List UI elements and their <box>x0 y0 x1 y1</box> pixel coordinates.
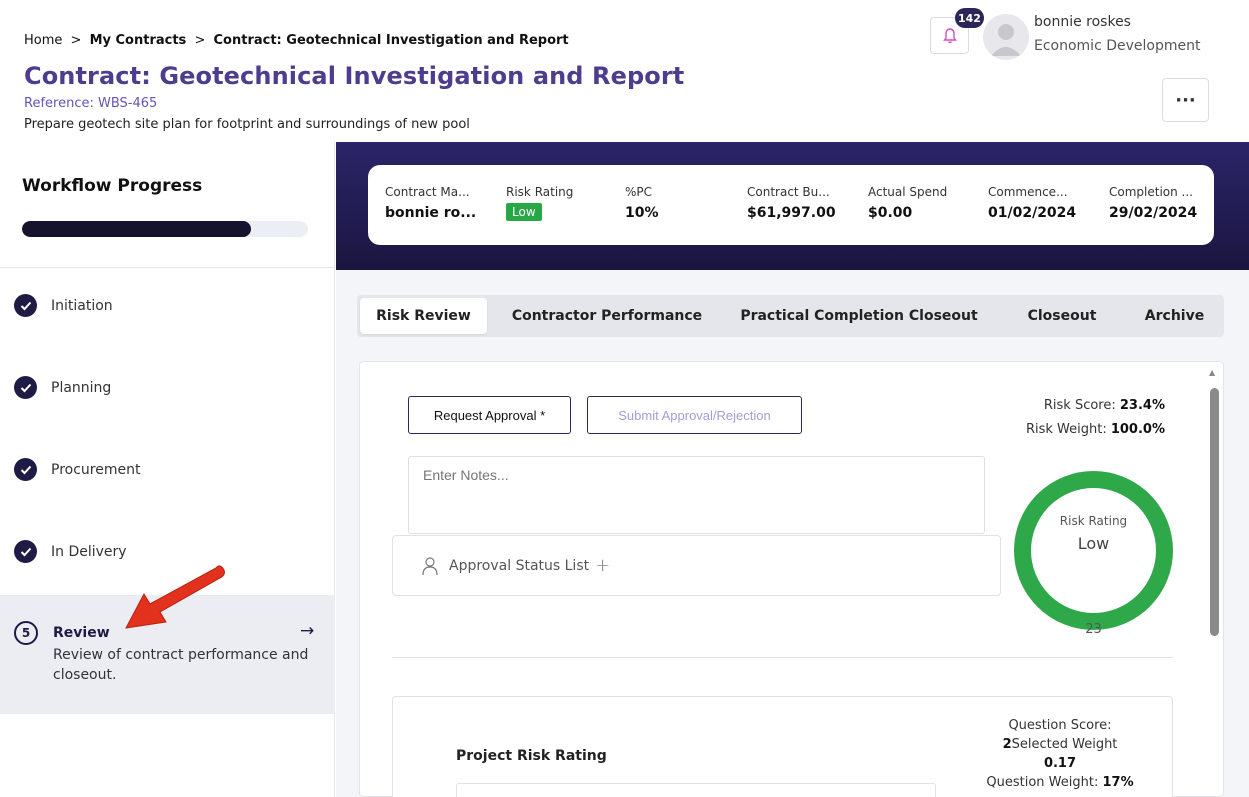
summary-label: Risk Rating <box>506 185 574 199</box>
plus-icon[interactable]: + <box>595 555 610 576</box>
notes-input[interactable] <box>408 456 985 534</box>
tab-archive[interactable]: Archive <box>1132 298 1217 334</box>
summary-value: $0.00 <box>868 205 913 221</box>
risk-rating-badge: Low <box>506 203 542 221</box>
summary-contract-budget: Contract Bu... $61,997.00 <box>747 185 836 221</box>
approval-status-list-label: Approval Status List <box>449 557 590 574</box>
summary-value: 29/02/2024 <box>1109 205 1198 221</box>
summary-commencement: Commence... 01/02/2024 <box>988 185 1076 221</box>
annotation-arrow-icon <box>125 565 225 629</box>
bell-icon <box>942 27 957 43</box>
tab-closeout[interactable]: Closeout <box>1012 298 1112 334</box>
summary-contract-manager: Contract Ma... bonnie ro... <box>385 185 476 221</box>
check-circle-icon <box>14 540 37 563</box>
check-circle-icon <box>14 294 37 317</box>
approval-status-list[interactable]: Approval Status List + <box>392 535 1001 596</box>
stage-procurement[interactable]: Procurement <box>14 458 140 481</box>
risk-weight-value: 100.0% <box>1110 422 1165 437</box>
tab-practical-completion-closeout[interactable]: Practical Completion Closeout <box>735 298 983 334</box>
notification-count-badge: 142 <box>955 8 984 28</box>
breadcrumb-current: Contract: Geotechnical Investigation and… <box>213 33 569 48</box>
workflow-sidebar: Workflow Progress Initiation Planning Pr… <box>0 142 335 797</box>
page-header: Home > My Contracts > Contract: Geotechn… <box>0 0 1249 142</box>
breadcrumb: Home > My Contracts > Contract: Geotechn… <box>24 33 569 48</box>
stage-initiation[interactable]: Initiation <box>14 294 113 317</box>
tab-contractor-performance[interactable]: Contractor Performance <box>497 298 717 334</box>
summary-label: Contract Bu... <box>747 185 830 199</box>
question-score-label: Question Score: <box>1008 718 1112 733</box>
breadcrumb-separator: > <box>194 33 206 48</box>
workflow-progress-title: Workflow Progress <box>22 176 203 196</box>
user-silhouette-icon <box>991 24 1021 56</box>
contract-reference: Reference: WBS-465 <box>24 96 158 111</box>
review-tabs: Risk Review Contractor Performance Pract… <box>357 295 1224 337</box>
summary-actual-spend: Actual Spend $0.00 <box>868 185 947 221</box>
stage-description: Review of contract performance and close… <box>53 647 309 683</box>
summary-value: $61,997.00 <box>747 205 836 221</box>
question-score: Question Score: 2Selected Weight 0.17 Qu… <box>960 716 1160 792</box>
scrollbar-thumb[interactable] <box>1210 388 1219 636</box>
summary-value: 01/02/2024 <box>988 205 1077 221</box>
summary-completion: Completion ... 29/02/2024 <box>1109 185 1197 221</box>
risk-rating-value: Low <box>1077 534 1110 553</box>
submit-approval-rejection-button[interactable]: Submit Approval/Rejection <box>587 396 802 434</box>
summary-value: bonnie ro... <box>385 205 477 221</box>
summary-risk-rating: Risk Rating Low <box>506 185 573 221</box>
arrow-right-icon: → <box>300 621 315 641</box>
stage-label: Initiation <box>51 297 113 314</box>
divider <box>0 267 335 268</box>
stage-planning[interactable]: Planning <box>14 376 111 399</box>
stage-number: 5 <box>14 621 38 645</box>
question-score-value: 2 <box>1002 737 1012 752</box>
risk-weight: Risk Weight: 100.0% <box>1000 422 1165 437</box>
summary-label: Actual Spend <box>868 185 948 199</box>
summary-percent-pc: %PC 10% <box>625 185 659 221</box>
check-circle-icon <box>14 376 37 399</box>
request-approval-button[interactable]: Request Approval * <box>408 396 571 434</box>
stage-label: Procurement <box>51 461 141 478</box>
question-title: Project Risk Rating <box>456 748 607 764</box>
risk-rating-label: Risk Rating <box>1059 514 1128 528</box>
tab-risk-review[interactable]: Risk Review <box>360 298 487 334</box>
risk-weight-label: Risk Weight: <box>1025 422 1107 437</box>
summary-label: Commence... <box>988 185 1068 199</box>
risk-score-label: Risk Score: <box>1043 398 1116 413</box>
more-options-button[interactable]: ··· <box>1162 78 1209 122</box>
summary-label: %PC <box>625 185 653 199</box>
summary-label: Contract Ma... <box>385 185 470 199</box>
question-answer-select[interactable] <box>456 783 936 797</box>
stage-label: In Delivery <box>51 543 127 560</box>
user-outline-icon <box>422 556 438 575</box>
page-title: Contract: Geotechnical Investigation and… <box>24 62 685 90</box>
user-name: bonnie roskes <box>1034 14 1131 30</box>
question-weight-label: Question Weight: <box>986 775 1099 790</box>
summary-value: 10% <box>625 205 659 221</box>
stage-label: Planning <box>51 379 112 396</box>
breadcrumb-separator: > <box>70 33 82 48</box>
breadcrumb-home[interactable]: Home <box>24 33 62 48</box>
workflow-progress-bar <box>22 221 308 237</box>
breadcrumb-my-contracts[interactable]: My Contracts <box>90 33 187 48</box>
selected-weight-value: 0.17 <box>1043 756 1077 771</box>
risk-rating-number: 23 <box>1085 622 1102 637</box>
stage-in-delivery[interactable]: In Delivery <box>14 540 127 563</box>
summary-label: Completion ... <box>1109 185 1193 199</box>
contract-summary-card: Contract Ma... bonnie ro... Risk Rating … <box>368 165 1214 245</box>
contract-description: Prepare geotech site plan for footprint … <box>24 117 470 132</box>
workflow-progress-fill <box>22 221 251 237</box>
stage-label: Review <box>53 625 110 641</box>
risk-score-value: 23.4% <box>1119 398 1165 413</box>
check-circle-icon <box>14 458 37 481</box>
user-department: Economic Development <box>1034 38 1201 54</box>
risk-score: Risk Score: 23.4% <box>1000 398 1165 413</box>
avatar[interactable] <box>983 14 1029 60</box>
selected-weight-label: Selected Weight <box>1011 737 1118 752</box>
question-weight-value: 17% <box>1102 775 1134 790</box>
divider <box>392 657 1173 658</box>
